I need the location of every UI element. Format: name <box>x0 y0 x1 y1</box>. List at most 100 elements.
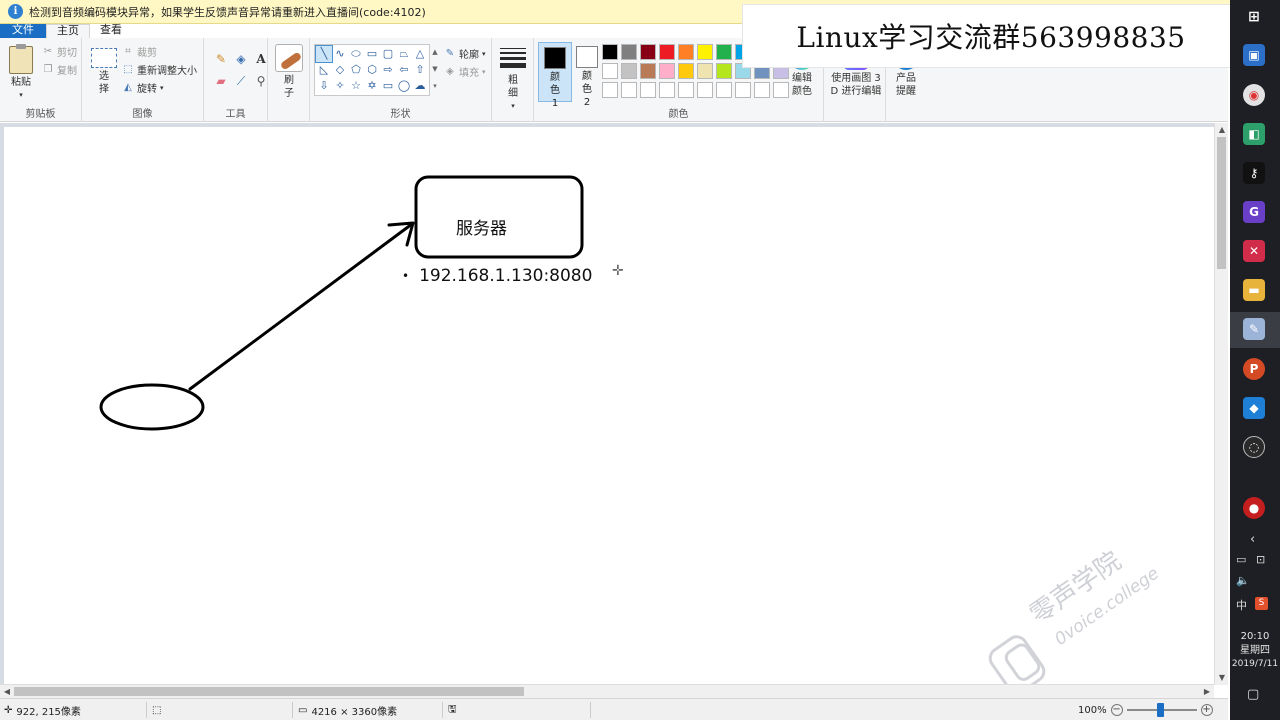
down-arrow-shape-icon[interactable]: ⇩ <box>316 78 332 94</box>
right-triangle-shape-icon[interactable]: ◺ <box>316 62 332 78</box>
volume-icon[interactable]: 🔈 <box>1236 574 1250 587</box>
notification-center-icon[interactable]: ▢ <box>1247 687 1259 702</box>
size-button[interactable]: 粗细 ▾ <box>498 46 528 113</box>
palette-swatch[interactable] <box>659 44 675 60</box>
horizontal-scroll-thumb[interactable] <box>14 687 524 696</box>
input-method-indicator[interactable]: 中 <box>1236 597 1247 613</box>
right-arrow-shape-icon[interactable]: ⇨ <box>380 62 396 78</box>
clock-date[interactable]: 2019/7/11 <box>1230 658 1280 671</box>
select-button[interactable]: 选择 <box>90 48 118 96</box>
clock-time[interactable]: 20:10 <box>1230 630 1280 643</box>
screen-recorder-icon[interactable]: ◧ <box>1243 123 1265 145</box>
fill-bucket-icon[interactable]: ◈ <box>232 50 250 68</box>
palette-swatch[interactable] <box>697 82 713 98</box>
chrome-icon[interactable]: ◉ <box>1243 84 1265 106</box>
color2-button[interactable]: 颜色 2 <box>570 42 604 108</box>
rectangle-shape-icon[interactable]: ▭ <box>364 46 380 62</box>
zoom-slider[interactable] <box>1126 703 1197 717</box>
palette-swatch[interactable] <box>659 63 675 79</box>
keyhole-app-icon[interactable]: ⚷ <box>1243 162 1265 184</box>
palette-swatch[interactable] <box>678 63 694 79</box>
scroll-right-icon[interactable]: ▶ <box>1200 685 1214 699</box>
palette-swatch[interactable] <box>602 63 618 79</box>
file-explorer-icon[interactable]: ▬ <box>1243 279 1265 301</box>
network-icon[interactable]: ⊡ <box>1256 553 1265 566</box>
oval-callout-shape-icon[interactable]: ◯ <box>396 78 412 94</box>
palette-swatch[interactable] <box>640 82 656 98</box>
hexagon-shape-icon[interactable]: ⬡ <box>364 62 380 78</box>
cloud-callout-shape-icon[interactable]: ☁ <box>412 78 428 94</box>
tray-expand-icon[interactable]: ‹ <box>1250 532 1255 547</box>
palette-swatch[interactable] <box>735 82 751 98</box>
palette-swatch[interactable] <box>697 44 713 60</box>
red-app-icon[interactable]: ● <box>1243 497 1265 519</box>
vertical-scrollbar[interactable]: ▲ ▼ <box>1214 123 1228 685</box>
palette-swatch[interactable] <box>621 82 637 98</box>
drawing-canvas[interactable]: 服务器 • 192.168.1.130:8080 ✛ <box>4 127 1216 684</box>
outline-button[interactable]: ✎ 轮廓 ▾ <box>444 46 486 62</box>
four-point-star-shape-icon[interactable]: ✧ <box>332 78 348 94</box>
shapes-scroll-up-icon[interactable]: ▲ <box>430 44 440 61</box>
rotate-button[interactable]: ◭ 旋转 ▾ <box>122 80 163 96</box>
windows-start-icon[interactable]: ⊞ <box>1243 6 1265 28</box>
palette-swatch[interactable] <box>640 63 656 79</box>
goland-icon[interactable]: G <box>1243 201 1265 223</box>
palette-swatch[interactable] <box>659 82 675 98</box>
rounded-rectangle-shape-icon[interactable]: ▢ <box>380 46 396 62</box>
oval-shape-icon[interactable]: ⬭ <box>348 46 364 62</box>
xmind-icon[interactable]: ✕ <box>1243 240 1265 262</box>
diamond-shape-icon[interactable]: ◇ <box>332 62 348 78</box>
horizontal-scrollbar[interactable]: ◀ ▶ <box>0 684 1214 698</box>
palette-swatch[interactable] <box>716 63 732 79</box>
sogou-ime-icon[interactable]: S <box>1255 597 1268 610</box>
scroll-down-icon[interactable]: ▼ <box>1215 671 1229 685</box>
pentagon-shape-icon[interactable]: ⬠ <box>348 62 364 78</box>
copy-button[interactable]: ❐ 复制 <box>42 62 77 78</box>
palette-swatch[interactable] <box>716 44 732 60</box>
eraser-icon[interactable]: ▰ <box>212 72 230 90</box>
shapes-scroll[interactable]: ▲ ▼ ▾ <box>430 44 440 96</box>
crop-button[interactable]: ⌗ 裁剪 <box>122 44 157 60</box>
pencil-icon[interactable]: ✎ <box>212 50 230 68</box>
palette-swatch[interactable] <box>602 82 618 98</box>
shapes-expand-icon[interactable]: ▾ <box>430 78 440 95</box>
tab-view[interactable]: 查看 <box>90 24 132 38</box>
blue-app-icon[interactable]: ◆ <box>1243 397 1265 419</box>
scroll-left-icon[interactable]: ◀ <box>0 685 14 699</box>
palette-swatch[interactable] <box>754 82 770 98</box>
app-window-icon[interactable]: ▣ <box>1243 44 1265 66</box>
battery-icon[interactable]: ▭ <box>1236 553 1246 566</box>
zoom-slider-thumb[interactable] <box>1156 703 1164 717</box>
shapes-scroll-down-icon[interactable]: ▼ <box>430 61 440 78</box>
zoom-in-button[interactable]: + <box>1200 704 1213 716</box>
fill-button[interactable]: ◈ 填充 ▾ <box>444 64 485 80</box>
palette-swatch[interactable] <box>621 44 637 60</box>
tab-home[interactable]: 主页 <box>46 24 90 38</box>
palette-swatch[interactable] <box>678 82 694 98</box>
palette-swatch[interactable] <box>678 44 694 60</box>
line-shape-icon[interactable]: ╲ <box>315 45 333 63</box>
curve-shape-icon[interactable]: ∿ <box>332 46 348 62</box>
brushes-button[interactable]: 刷子 <box>274 44 304 100</box>
palette-swatch[interactable] <box>640 44 656 60</box>
powerpoint-icon[interactable]: P <box>1243 358 1265 380</box>
zoom-out-button[interactable]: − <box>1110 704 1123 716</box>
scroll-up-icon[interactable]: ▲ <box>1215 123 1229 137</box>
paint-icon[interactable]: ✎ <box>1243 318 1265 340</box>
five-point-star-shape-icon[interactable]: ☆ <box>348 78 364 94</box>
palette-swatch[interactable] <box>621 63 637 79</box>
palette-swatch[interactable] <box>697 63 713 79</box>
palette-swatch[interactable] <box>716 82 732 98</box>
paste-button[interactable]: 粘贴 ▾ <box>8 44 34 102</box>
rounded-callout-shape-icon[interactable]: ▭ <box>380 78 396 94</box>
triangle-shape-icon[interactable]: △ <box>412 46 428 62</box>
obs-icon[interactable]: ◌ <box>1243 436 1265 458</box>
color1-button[interactable]: 颜色 1 <box>538 42 572 109</box>
polygon-shape-icon[interactable]: ⏢ <box>396 46 412 62</box>
six-point-star-shape-icon[interactable]: ✡ <box>364 78 380 94</box>
clock-weekday[interactable]: 星期四 <box>1230 644 1280 657</box>
vertical-scroll-thumb[interactable] <box>1217 137 1226 269</box>
left-arrow-shape-icon[interactable]: ⇦ <box>396 62 412 78</box>
tab-file[interactable]: 文件 <box>0 24 46 38</box>
color-picker-icon[interactable]: ⟋ <box>232 72 250 90</box>
